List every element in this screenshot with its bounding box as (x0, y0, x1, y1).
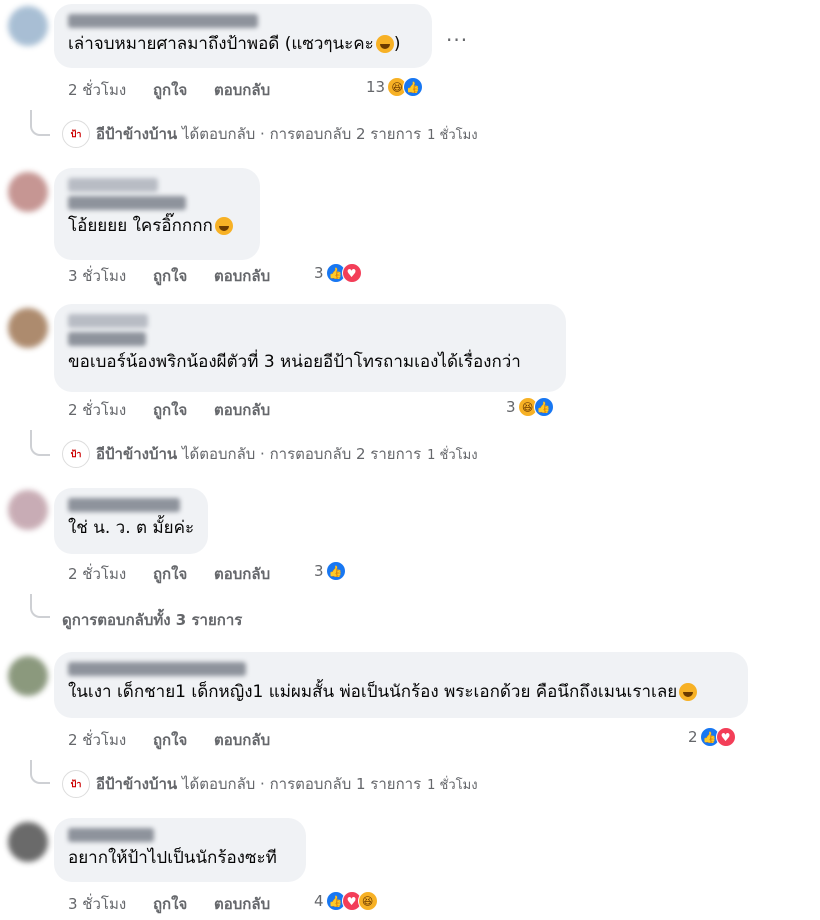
like-button[interactable]: ถูกใจ (153, 731, 187, 749)
more-options-icon[interactable]: ... (446, 22, 468, 46)
comment-time[interactable]: 2 ชั่วโมง (68, 731, 126, 749)
comment-time[interactable]: 2 ชั่วโมง (68, 401, 126, 419)
reply-button[interactable]: ตอบกลับ (214, 81, 270, 99)
reply-button[interactable]: ตอบกลับ (214, 731, 270, 749)
reply-button[interactable]: ตอบกลับ (214, 401, 270, 419)
like-button[interactable]: ถูกใจ (153, 267, 187, 285)
avatar[interactable] (8, 656, 48, 696)
haha-icon: 😆 (357, 891, 378, 911)
reaction-count: 2 (688, 728, 698, 746)
comment-actions: 3 ชั่วโมง ถูกใจ ตอบกลับ (68, 892, 292, 916)
comment-text: อยากให้ป้าไปเป็นนักร้องซะที (68, 848, 277, 868)
like-button[interactable]: ถูกใจ (153, 401, 187, 419)
reply-time: 1 ชั่วโมง (427, 447, 478, 463)
comment-bubble: ใช่ น. ว. ต มั้ยค่ะ (54, 488, 208, 554)
comment-time[interactable]: 2 ชั่วโมง (68, 565, 126, 583)
comment-bubble: โอ้ยยยย ใครอิ๊กกกก (54, 168, 260, 260)
reaction-count: 3 (314, 562, 324, 580)
reaction-count: 13 (366, 78, 386, 96)
comment-actions: 2 ชั่วโมง ถูกใจ ตอบกลับ (68, 398, 292, 422)
reaction-summary[interactable]: 3 😆 👍 (506, 396, 554, 418)
like-icon: 👍 (403, 77, 424, 97)
reply-thread-line (30, 110, 50, 136)
comment-bubble: ขอเบอร์น้องพริกน้องผีตัวที่ 3 หน่อยอีป้า… (54, 304, 566, 392)
reply-summary[interactable]: ป้า อีป้าข้างบ้าน ได้ตอบกลับ · การตอบกลั… (62, 770, 478, 798)
avatar[interactable] (8, 822, 48, 862)
comment-text: เล่าจบหมายศาลมาถึงป้าพอดี (แซวๆนะคะ) (68, 34, 401, 54)
grin-emoji-icon (679, 683, 698, 701)
reply-summary[interactable]: ป้า อีป้าข้างบ้าน ได้ตอบกลับ · การตอบกลั… (62, 440, 478, 468)
reply-button[interactable]: ตอบกลับ (214, 565, 270, 583)
reply-author[interactable]: อีป้าข้างบ้าน (96, 122, 177, 146)
love-icon: ♥ (715, 727, 736, 747)
comment-author[interactable] (68, 314, 148, 328)
comment-author[interactable] (68, 178, 158, 192)
comment-bubble: ในเงา เด็กชาย1 เด็กหญิง1 แม่ผมสั้น พ่อเป… (54, 652, 748, 718)
comment-actions: 2 ชั่วโมง ถูกใจ ตอบกลับ (68, 728, 292, 752)
like-button[interactable]: ถูกใจ (153, 895, 187, 913)
avatar[interactable] (8, 308, 48, 348)
reply-author[interactable]: อีป้าข้างบ้าน (96, 442, 177, 466)
comment-actions: 2 ชั่วโมง ถูกใจ ตอบกลับ (68, 562, 292, 586)
reply-button[interactable]: ตอบกลับ (214, 895, 270, 913)
comment-author-name (68, 332, 146, 346)
grin-emoji-icon (375, 35, 394, 53)
page-avatar: ป้า (62, 440, 90, 468)
avatar[interactable] (8, 490, 48, 530)
like-button[interactable]: ถูกใจ (153, 565, 187, 583)
like-icon: 👍 (533, 397, 554, 417)
reaction-summary[interactable]: 3 👍 (314, 560, 346, 582)
reply-button[interactable]: ตอบกลับ (214, 267, 270, 285)
reaction-summary[interactable]: 4 👍 ♥ 😆 (314, 890, 378, 912)
reply-thread-line (30, 594, 50, 618)
reaction-count: 3 (314, 264, 324, 282)
comment-actions: 3 ชั่วโมง ถูกใจ ตอบกลับ (68, 264, 292, 288)
reaction-summary[interactable]: 2 👍 ♥ (688, 726, 736, 748)
comment-actions: 2 ชั่วโมง ถูกใจ ตอบกลับ (68, 78, 292, 102)
comment-text: โอ้ยยยย ใครอิ๊กกกก (68, 214, 246, 238)
reaction-count: 3 (506, 398, 516, 416)
comment-author-name (68, 196, 186, 210)
comment-text: ในเงา เด็กชาย1 เด็กหญิง1 แม่ผมสั้น พ่อเป… (68, 680, 734, 704)
reply-thread-line (30, 430, 50, 456)
comment-time[interactable]: 2 ชั่วโมง (68, 81, 126, 99)
reply-summary[interactable]: ป้า อีป้าข้างบ้าน ได้ตอบกลับ · การตอบกลั… (62, 120, 478, 148)
comment-text: ใช่ น. ว. ต มั้ยค่ะ (68, 518, 195, 538)
avatar[interactable] (8, 172, 48, 212)
reaction-summary[interactable]: 13 😆 👍 (366, 76, 424, 98)
reaction-count: 4 (314, 892, 324, 910)
like-icon: 👍 (325, 561, 346, 581)
comment-author[interactable] (68, 662, 246, 676)
reply-time: 1 ชั่วโมง (427, 127, 478, 143)
reply-time: 1 ชั่วโมง (427, 777, 478, 793)
page-avatar: ป้า (62, 770, 90, 798)
comment-time[interactable]: 3 ชั่วโมง (68, 895, 126, 913)
reaction-summary[interactable]: 3 👍 ♥ (314, 262, 362, 284)
reply-thread-line (30, 760, 50, 784)
like-button[interactable]: ถูกใจ (153, 81, 187, 99)
comment-time[interactable]: 3 ชั่วโมง (68, 267, 126, 285)
page-avatar: ป้า (62, 120, 90, 148)
comment-author[interactable] (68, 498, 180, 512)
comment-bubble: อยากให้ป้าไปเป็นนักร้องซะที (54, 818, 306, 882)
love-icon: ♥ (341, 263, 362, 283)
reply-author[interactable]: อีป้าข้างบ้าน (96, 772, 177, 796)
comment-author[interactable] (68, 14, 258, 28)
reply-count[interactable]: ได้ตอบกลับ · การตอบกลับ 1 รายการ (182, 772, 421, 796)
reply-count[interactable]: ได้ตอบกลับ · การตอบกลับ 2 รายการ (182, 122, 421, 146)
grin-emoji-icon (214, 217, 233, 235)
reply-count[interactable]: ได้ตอบกลับ · การตอบกลับ 2 รายการ (182, 442, 421, 466)
view-replies-link[interactable]: ดูการตอบกลับทั้ง 3 รายการ (62, 608, 242, 632)
avatar[interactable] (8, 6, 48, 46)
comment-author[interactable] (68, 828, 154, 842)
comment-bubble: เล่าจบหมายศาลมาถึงป้าพอดี (แซวๆนะคะ) (54, 4, 432, 68)
comment-text: ขอเบอร์น้องพริกน้องผีตัวที่ 3 หน่อยอีป้า… (68, 352, 521, 372)
